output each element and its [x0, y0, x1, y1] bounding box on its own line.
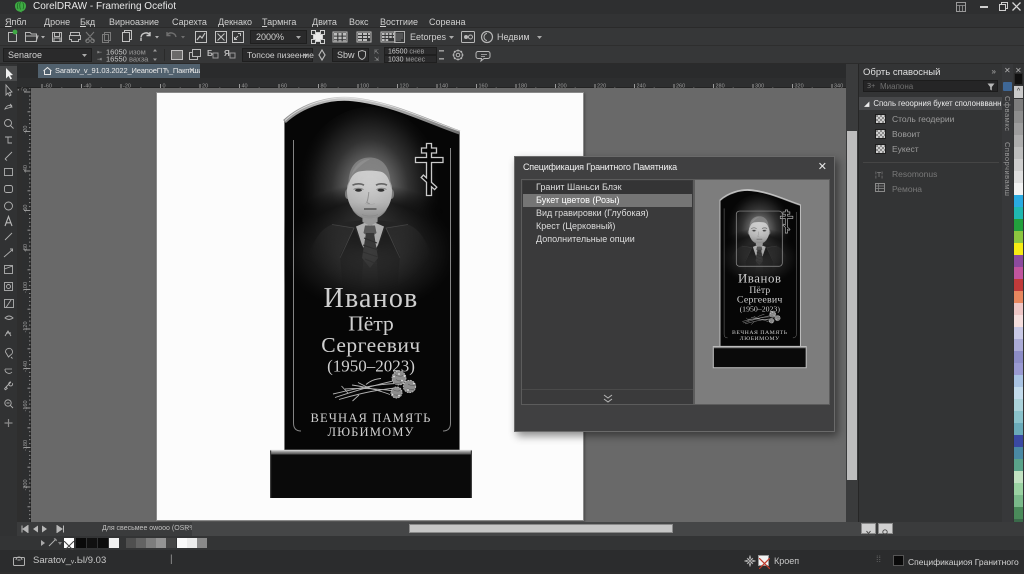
svg-text:-200: -200	[23, 479, 29, 490]
svg-text:⇱: ⇱	[374, 49, 379, 56]
svg-text:0: 0	[23, 88, 29, 91]
svg-text:⇲: ⇲	[374, 56, 379, 63]
svg-text:-180: -180	[23, 440, 29, 451]
svg-text:-20: -20	[23, 126, 29, 134]
svg-text:16500 снев: 16500 снев	[388, 49, 425, 56]
svg-text:Б: Б	[207, 49, 213, 58]
svg-text:Eetorpes: Eetorpes	[410, 32, 447, 42]
svg-text:Недвим: Недвим	[497, 32, 530, 42]
svg-text:-160: -160	[23, 400, 29, 411]
svg-text:⇤: ⇤	[97, 50, 102, 56]
svg-text:-120: -120	[23, 321, 29, 332]
svg-text:1030 месес: 1030 месес	[388, 57, 426, 64]
svg-text:2000%: 2000%	[256, 32, 284, 42]
svg-text:-140: -140	[23, 361, 29, 372]
svg-text:-60: -60	[23, 205, 29, 213]
svg-text:-80: -80	[23, 244, 29, 252]
svg-text:-100: -100	[23, 282, 29, 293]
svg-text:Senaroe: Senaroe	[8, 50, 42, 60]
svg-text:Sbw: Sbw	[337, 50, 355, 60]
svg-text:⇥: ⇥	[97, 57, 102, 63]
svg-text:Я: Я	[224, 49, 230, 58]
svg-text:-40: -40	[23, 165, 29, 173]
svg-text:16550 вахза: 16550 вахза	[106, 55, 149, 64]
